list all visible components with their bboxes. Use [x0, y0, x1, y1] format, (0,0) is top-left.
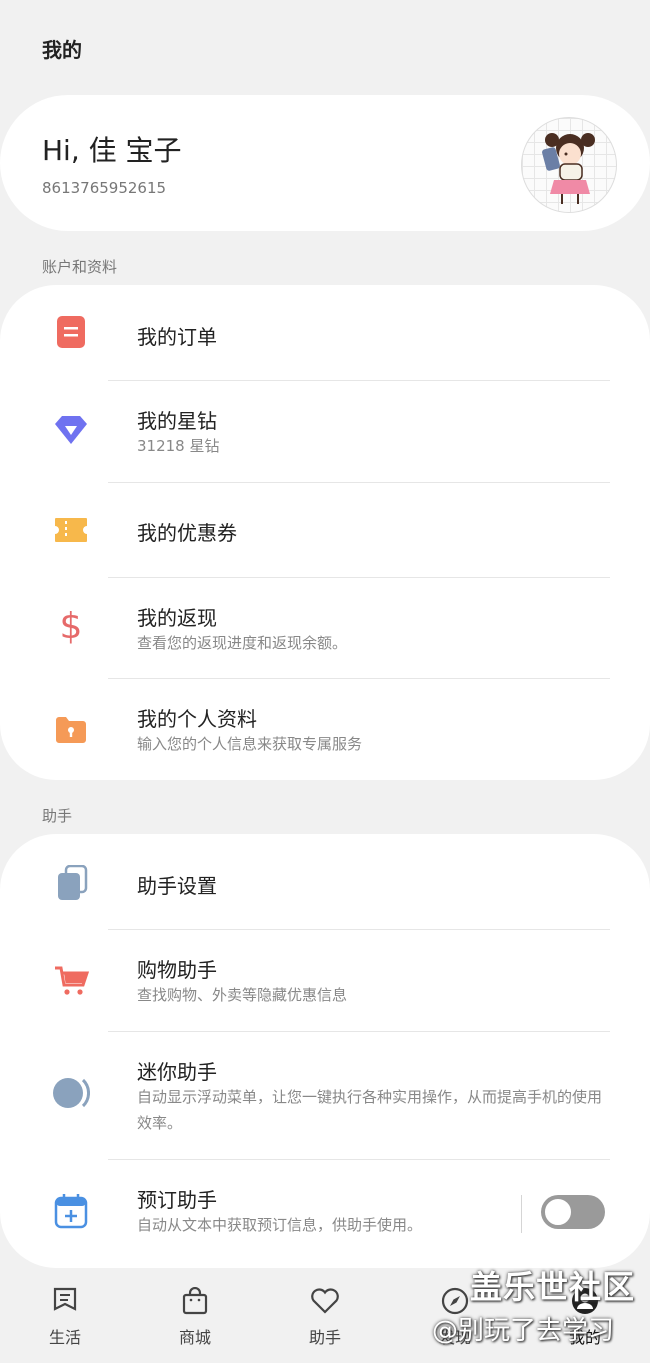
row-subtitle: 自动显示浮动菜单，让您一键执行各种实用操作，从而提高手机的使用效率。 — [137, 1088, 603, 1132]
nav-label: 商城 — [178, 1328, 211, 1347]
profile-card[interactable]: Hi, 佳 宝子 8613765952615 — [0, 95, 650, 231]
life-icon — [50, 1286, 80, 1316]
section-label-assistant: 助手 — [42, 807, 73, 825]
toggle-knob — [543, 1197, 573, 1227]
nav-item-life[interactable]: 生活 — [25, 1286, 105, 1348]
row-my-diamonds[interactable]: 我的星钻 31218 星钻 — [0, 381, 650, 482]
nav-label: 发现 — [438, 1328, 471, 1347]
nav-label: 助手 — [308, 1328, 341, 1347]
row-title: 预订助手 — [137, 1188, 217, 1212]
row-mini-assistant[interactable]: 迷你助手 自动显示浮动菜单，让您一键执行各种实用操作，从而提高手机的使用效率。 — [0, 1032, 650, 1159]
row-my-orders[interactable]: 我的订单 — [0, 285, 650, 380]
calendar-add-icon — [50, 1190, 92, 1232]
row-booking-assistant[interactable]: 预订助手 自动从文本中获取预订信息，供助手使用。 — [0, 1160, 650, 1261]
avatar-illustration — [542, 133, 595, 204]
heart-icon — [310, 1286, 340, 1316]
row-subtitle: 输入您的个人信息来获取专属服务 — [137, 735, 363, 753]
nav-item-assistant[interactable]: 助手 — [285, 1286, 365, 1348]
assistant-card: 助手设置 购物助手 查找购物、外卖等隐藏优惠信息 迷你助手 自动显示浮动菜单，让… — [0, 834, 650, 1268]
row-title: 我的返现 — [137, 606, 217, 630]
nav-item-me[interactable]: 我的 — [545, 1286, 625, 1348]
diamond-icon — [50, 409, 92, 451]
row-my-cashback[interactable]: $ 我的返现 查看您的返现进度和返现余额。 — [0, 578, 650, 678]
row-title: 购物助手 — [137, 958, 217, 982]
row-subtitle: 31218 星钻 — [137, 437, 220, 455]
page-title: 我的 — [42, 38, 82, 62]
nav-item-discover[interactable]: 发现 — [415, 1286, 495, 1348]
nav-item-mall[interactable]: 商城 — [155, 1286, 235, 1348]
profile-folder-icon — [50, 709, 92, 751]
nav-label: 我的 — [568, 1328, 601, 1347]
me-icon — [570, 1286, 600, 1316]
row-title: 我的星钻 — [137, 409, 217, 433]
avatar[interactable] — [521, 117, 617, 213]
shop-bag-icon — [180, 1286, 210, 1316]
account-card: 我的订单 我的星钻 31218 星钻 我的优惠券 $ 我的返现 查看您的返现进度… — [0, 285, 650, 780]
row-title: 迷你助手 — [137, 1060, 217, 1084]
order-icon — [50, 311, 92, 353]
row-assistant-settings[interactable]: 助手设置 — [0, 834, 650, 929]
profile-greeting: Hi, 佳 宝子 — [42, 134, 182, 167]
row-shopping-assistant[interactable]: 购物助手 查找购物、外卖等隐藏优惠信息 — [0, 930, 650, 1031]
row-title: 我的个人资料 — [137, 707, 257, 731]
compass-icon — [440, 1286, 470, 1316]
nav-label: 生活 — [48, 1328, 81, 1347]
profile-phone: 8613765952615 — [42, 179, 167, 197]
row-subtitle: 自动从文本中获取预订信息，供助手使用。 — [137, 1216, 423, 1234]
dollar-icon: $ — [59, 606, 83, 647]
booking-assistant-toggle[interactable] — [541, 1195, 605, 1229]
row-subtitle: 查看您的返现进度和返现余额。 — [137, 634, 348, 652]
toggle-separator — [521, 1195, 522, 1233]
row-my-profile[interactable]: 我的个人资料 输入您的个人信息来获取专属服务 — [0, 679, 650, 780]
row-title: 我的订单 — [137, 325, 217, 349]
row-subtitle: 查找购物、外卖等隐藏优惠信息 — [137, 986, 348, 1004]
cart-icon — [50, 960, 92, 1002]
cards-icon — [50, 862, 92, 904]
mini-assistant-icon — [50, 1072, 92, 1114]
section-label-account: 账户和资料 — [42, 258, 118, 276]
row-my-coupons[interactable]: 我的优惠券 — [0, 483, 650, 577]
row-title: 助手设置 — [137, 874, 217, 898]
bottom-nav: 生活 商城 助手 发现 我的 — [0, 1268, 650, 1363]
row-title: 我的优惠券 — [137, 521, 237, 545]
coupon-icon — [50, 509, 92, 551]
